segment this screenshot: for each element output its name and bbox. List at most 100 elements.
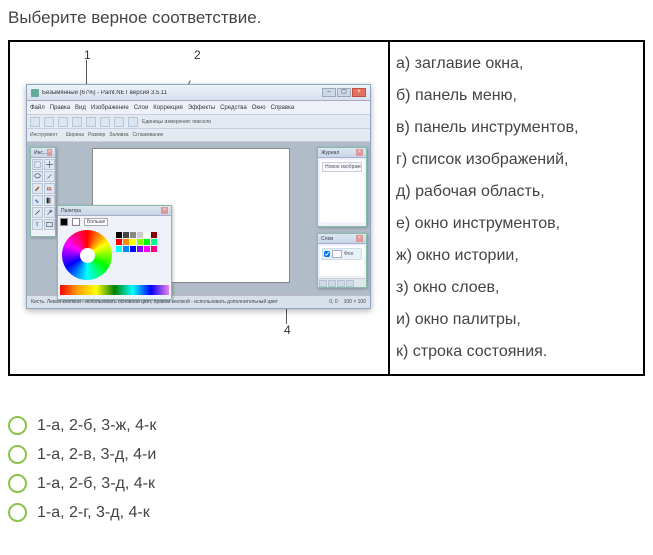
- radio-icon[interactable]: [8, 445, 27, 464]
- tb-open[interactable]: [44, 117, 54, 127]
- tb-copy[interactable]: [86, 117, 96, 127]
- tb-paste[interactable]: [100, 117, 110, 127]
- tb-undo[interactable]: [114, 117, 124, 127]
- menu-view[interactable]: Вид: [75, 105, 86, 111]
- secondary-color-swatch[interactable]: [72, 218, 80, 226]
- menu-image[interactable]: Изображение: [91, 105, 129, 111]
- option-4-label: 1-а, 2-г, 3-д, 4-к: [37, 504, 150, 522]
- tool-move-icon[interactable]: [44, 159, 55, 170]
- history-title-text: Журнал: [321, 150, 339, 156]
- menu-help[interactable]: Справка: [271, 105, 295, 111]
- opt-size: Размер: [88, 132, 105, 138]
- tool-picker-icon[interactable]: [44, 207, 55, 218]
- legend-v: в) панель инструментов,: [396, 112, 637, 144]
- layer-visible-checkbox[interactable]: [324, 251, 330, 257]
- layers-toolbar: [318, 278, 366, 287]
- tb-units: Единицы измерения: пиксели: [142, 119, 211, 125]
- opt-fill: Заливка: [109, 132, 128, 138]
- title-suffix: Paint.NET версия 3.5.11: [101, 90, 167, 96]
- status-coords: 0, 0: [329, 299, 337, 305]
- tool-fill-icon[interactable]: [32, 195, 43, 206]
- answer-options: 1-а, 2-б, 3-ж, 4-к 1-а, 2-в, 3-д, 4-и 1-…: [8, 416, 645, 522]
- tool-gradient-icon[interactable]: [44, 195, 55, 206]
- option-3[interactable]: 1-а, 2-б, 3-д, 4-к: [8, 474, 645, 493]
- tools-close-icon[interactable]: ×: [47, 149, 52, 156]
- content-table: 1 2 3 4 Безымянный (67%) - Paint.NET вер…: [8, 40, 645, 376]
- tool-shape-icon[interactable]: [44, 219, 55, 230]
- minimize-button[interactable]: –: [322, 88, 336, 97]
- hue-strip[interactable]: [60, 285, 169, 295]
- palette-title-text: Палитра: [61, 208, 81, 214]
- layer-item[interactable]: Фон: [322, 248, 362, 260]
- menu-layers[interactable]: Слои: [134, 105, 149, 111]
- option-4[interactable]: 1-а, 2-г, 3-д, 4-к: [8, 503, 645, 522]
- menu-window[interactable]: Окно: [252, 105, 266, 111]
- palette-close-icon[interactable]: ×: [161, 207, 168, 214]
- title-text: Безымянный (67%) - Paint.NET версия 3.5.…: [42, 90, 322, 96]
- tools-title-text: Инс...: [34, 150, 47, 156]
- radio-icon[interactable]: [8, 503, 27, 522]
- opt-width: Ширина: [66, 132, 85, 138]
- option-3-label: 1-а, 2-б, 3-д, 4-к: [37, 475, 155, 493]
- tool-eraser-icon[interactable]: [44, 183, 55, 194]
- layers-list: Фон: [320, 246, 364, 276]
- window-buttons: – ▢ ×: [322, 88, 366, 97]
- history-title: Журнал ×: [318, 148, 366, 158]
- tool-text-icon[interactable]: T: [32, 219, 43, 230]
- option-1[interactable]: 1-а, 2-б, 3-ж, 4-к: [8, 416, 645, 435]
- layer-add-icon[interactable]: [319, 280, 327, 287]
- layer-del-icon[interactable]: [328, 280, 336, 287]
- legend-i: и) окно палитры,: [396, 304, 637, 336]
- title-prefix: Безымянный: [42, 90, 78, 96]
- question-text: Выберите верное соответствие.: [8, 8, 645, 28]
- app-window: Безымянный (67%) - Paint.NET версия 3.5.…: [26, 84, 371, 309]
- close-button[interactable]: ×: [352, 88, 366, 97]
- tb-new[interactable]: [30, 117, 40, 127]
- layers-close-icon[interactable]: ×: [356, 235, 363, 242]
- tb-cut[interactable]: [72, 117, 82, 127]
- history-window: Журнал × Новое изображение: [317, 147, 367, 227]
- palette-more-btn[interactable]: Больше: [84, 218, 108, 226]
- legend-z: з) окно слоев,: [396, 272, 637, 304]
- maximize-button[interactable]: ▢: [337, 88, 351, 97]
- legend-a: а) заглавие окна,: [396, 48, 637, 80]
- option-1-label: 1-а, 2-б, 3-ж, 4-к: [37, 417, 156, 435]
- history-list: Новое изображение: [320, 160, 364, 222]
- titlebar: Безымянный (67%) - Paint.NET версия 3.5.…: [27, 85, 370, 101]
- tool-select-icon[interactable]: [32, 159, 43, 170]
- tool-wand-icon[interactable]: [44, 171, 55, 182]
- radio-icon[interactable]: [8, 416, 27, 435]
- layer-dup-icon[interactable]: [337, 280, 345, 287]
- legend-k: к) строка состояния.: [396, 336, 637, 368]
- menu-effects[interactable]: Эффекты: [188, 105, 215, 111]
- legend-b: б) панель меню,: [396, 80, 637, 112]
- history-close-icon[interactable]: ×: [356, 149, 363, 156]
- layer-merge-icon[interactable]: [346, 280, 354, 287]
- tools-title: Инс... ×: [31, 148, 55, 158]
- swatch-grid[interactable]: [116, 232, 157, 252]
- primary-color-swatch[interactable]: [60, 218, 68, 226]
- title-percent: (67%): [80, 90, 96, 96]
- menu-edit[interactable]: Правка: [50, 105, 70, 111]
- layers-window: Слои × Фон: [317, 233, 367, 288]
- main-toolbar: Единицы измерения: пиксели: [27, 115, 370, 129]
- menu-file[interactable]: Файл: [30, 105, 45, 111]
- color-wheel[interactable]: [62, 230, 112, 280]
- tool-lasso-icon[interactable]: [32, 171, 43, 182]
- opt-tool: Инструмент: [30, 132, 58, 138]
- marker-4: 4: [284, 323, 291, 337]
- history-item[interactable]: Новое изображение: [322, 162, 362, 172]
- menu-tools[interactable]: Средства: [220, 105, 247, 111]
- radio-icon[interactable]: [8, 474, 27, 493]
- option-2[interactable]: 1-а, 2-в, 3-д, 4-и: [8, 445, 645, 464]
- tb-redo[interactable]: [128, 117, 138, 127]
- menu-adjust[interactable]: Коррекция: [153, 105, 183, 111]
- tb-save[interactable]: [58, 117, 68, 127]
- status-size: 100 × 100: [344, 299, 366, 305]
- layers-title: Слои ×: [318, 234, 366, 244]
- palette-window: Палитра × Больше: [57, 205, 172, 300]
- tool-brush-icon[interactable]: [32, 183, 43, 194]
- app-icon: [31, 89, 39, 97]
- tool-pencil-icon[interactable]: [32, 207, 43, 218]
- layers-title-text: Слои: [321, 236, 333, 242]
